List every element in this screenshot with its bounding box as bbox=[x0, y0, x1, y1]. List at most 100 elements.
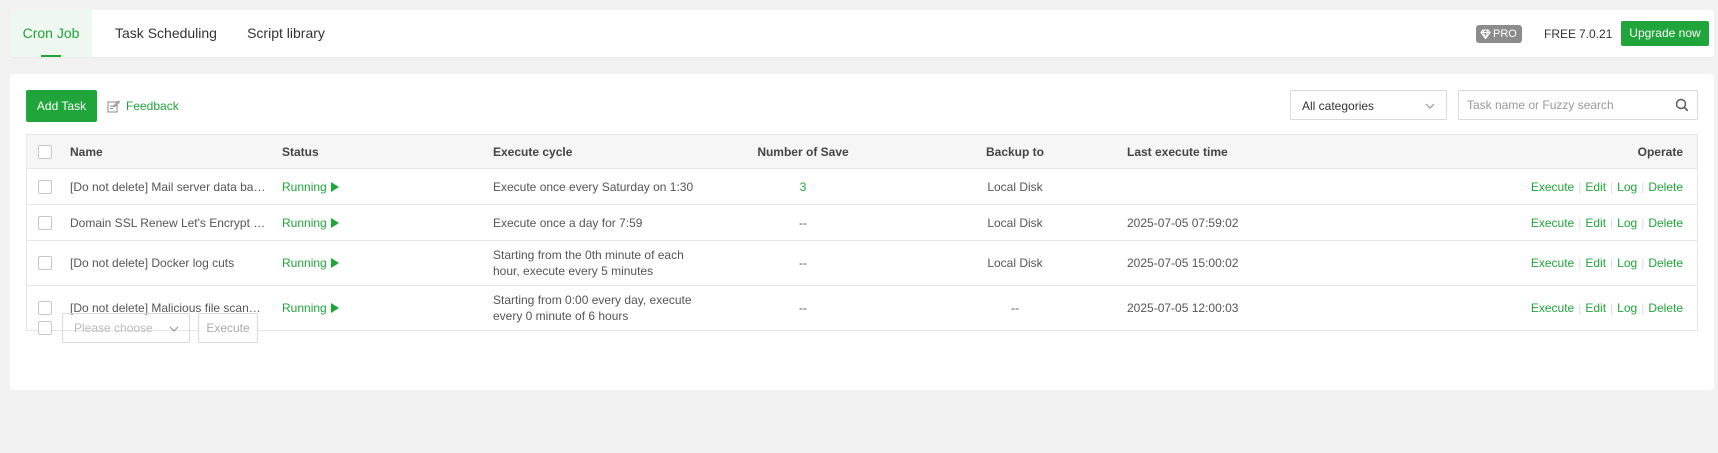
save-count-cell: 3 bbox=[733, 169, 873, 204]
backup-cell: Local Disk bbox=[987, 215, 1043, 230]
column-header-operate: Operate bbox=[1637, 144, 1683, 159]
cron-job-panel: Add Task Feedback All categories Name St… bbox=[10, 74, 1714, 390]
status-toggle[interactable]: Running bbox=[282, 301, 339, 315]
backup-cell: Local Disk bbox=[987, 256, 1043, 270]
delete-link[interactable]: Delete bbox=[1648, 180, 1683, 194]
separator: | bbox=[1578, 256, 1582, 270]
gem-icon bbox=[1480, 29, 1491, 39]
header-checkbox-cell bbox=[38, 135, 58, 168]
add-task-button[interactable]: Add Task bbox=[26, 90, 97, 122]
search-input[interactable] bbox=[1459, 91, 1667, 119]
cycle-cell: Execute once a day for 7:59 bbox=[493, 215, 643, 230]
column-header-backup: Backup to bbox=[985, 144, 1044, 159]
pro-label: PRO bbox=[1493, 28, 1517, 40]
select-all-checkbox[interactable] bbox=[38, 144, 52, 159]
row-checkbox-cell bbox=[38, 169, 58, 204]
save-count-cell: -- bbox=[799, 256, 807, 270]
batch-action-select[interactable]: Please choose bbox=[62, 313, 190, 343]
category-selected-value: All categories bbox=[1302, 99, 1375, 113]
delete-link[interactable]: Delete bbox=[1648, 256, 1683, 270]
cycle-cell: Starting from the 0th minute of each hou… bbox=[493, 248, 684, 278]
feedback-edit-icon bbox=[107, 100, 120, 113]
batch-select-placeholder: Please choose bbox=[74, 321, 153, 335]
status-toggle[interactable]: Running bbox=[282, 180, 339, 194]
separator: | bbox=[1641, 215, 1645, 230]
task-name: [Do not delete] Mail server data backup bbox=[70, 179, 266, 194]
cycle-cell: Starting from 0:00 every day, execute ev… bbox=[493, 293, 692, 323]
column-header-cycle: Execute cycle bbox=[493, 144, 573, 159]
execute-link[interactable]: Execute bbox=[1531, 216, 1574, 230]
active-tab-indicator bbox=[41, 55, 61, 57]
tab-task-scheduling[interactable]: Task Scheduling bbox=[106, 10, 226, 57]
status-label: Running bbox=[282, 179, 327, 194]
status-cell: Running bbox=[282, 169, 432, 204]
separator: | bbox=[1578, 179, 1582, 194]
table-row: [Do not delete] Docker log cuts Running … bbox=[27, 241, 1697, 286]
save-count[interactable]: 3 bbox=[800, 180, 807, 194]
search-box bbox=[1458, 90, 1698, 120]
status-toggle[interactable]: Running bbox=[282, 216, 339, 230]
search-icon[interactable] bbox=[1675, 98, 1689, 112]
free-label: FREE bbox=[1544, 27, 1577, 41]
pro-badge[interactable]: PRO bbox=[1476, 25, 1522, 43]
last-execute-cell: 2025-07-05 12:00:03 bbox=[1127, 301, 1239, 315]
category-select[interactable]: All categories bbox=[1290, 90, 1447, 120]
chevron-down-icon bbox=[169, 326, 179, 332]
edit-link[interactable]: Edit bbox=[1585, 256, 1606, 270]
column-header-last-execute: Last execute time bbox=[1127, 144, 1228, 159]
chevron-down-icon bbox=[1425, 103, 1435, 109]
row-checkbox[interactable] bbox=[38, 215, 52, 230]
status-label: Running bbox=[282, 301, 327, 315]
cron-task-table: Name Status Execute cycle Number of Save… bbox=[26, 134, 1698, 331]
execute-link[interactable]: Execute bbox=[1531, 256, 1574, 270]
cycle-cell: Execute once every Saturday on 1:30 bbox=[493, 179, 694, 194]
play-icon bbox=[330, 303, 339, 313]
separator: | bbox=[1610, 179, 1614, 194]
task-name-cell: [Do not delete] Docker log cuts bbox=[70, 241, 270, 285]
tab-script-library[interactable]: Script library bbox=[238, 10, 334, 57]
last-execute-cell: 2025-07-05 15:00:02 bbox=[1127, 256, 1239, 270]
edit-link[interactable]: Edit bbox=[1585, 180, 1606, 194]
table-header: Name Status Execute cycle Number of Save… bbox=[27, 135, 1697, 169]
log-link[interactable]: Log bbox=[1617, 216, 1637, 230]
log-link[interactable]: Log bbox=[1617, 180, 1637, 194]
operate-cell: Execute | Edit | Log | Delete bbox=[1467, 286, 1683, 330]
delete-link[interactable]: Delete bbox=[1648, 216, 1683, 230]
status-toggle[interactable]: Running bbox=[282, 256, 339, 270]
column-header-status: Status bbox=[282, 144, 319, 159]
execute-link[interactable]: Execute bbox=[1531, 180, 1574, 194]
save-count-cell: -- bbox=[799, 215, 807, 230]
task-name: [Do not delete] Docker log cuts bbox=[70, 256, 235, 270]
batch-select-all-checkbox[interactable] bbox=[38, 321, 52, 335]
log-link[interactable]: Log bbox=[1617, 256, 1637, 270]
separator: | bbox=[1610, 301, 1614, 315]
log-link[interactable]: Log bbox=[1617, 301, 1637, 315]
separator: | bbox=[1610, 256, 1614, 270]
top-tab-bar: Cron Job Task Scheduling Script library … bbox=[10, 10, 1714, 57]
row-checkbox[interactable] bbox=[38, 301, 52, 315]
tab-script-library-label: Script library bbox=[247, 25, 325, 41]
edit-link[interactable]: Edit bbox=[1585, 216, 1606, 230]
edit-link[interactable]: Edit bbox=[1585, 301, 1606, 315]
status-label: Running bbox=[282, 215, 327, 230]
execute-link[interactable]: Execute bbox=[1531, 301, 1574, 315]
upgrade-now-button[interactable]: Upgrade now bbox=[1621, 21, 1709, 46]
status-cell: Running bbox=[282, 286, 432, 330]
column-header-name: Name bbox=[70, 144, 103, 159]
operate-cell: Execute | Edit | Log | Delete bbox=[1467, 205, 1683, 240]
column-header-save: Number of Save bbox=[757, 144, 849, 159]
status-cell: Running bbox=[282, 205, 432, 240]
delete-link[interactable]: Delete bbox=[1648, 301, 1683, 315]
feedback-link[interactable]: Feedback bbox=[107, 98, 179, 114]
tab-cron-job-label: Cron Job bbox=[22, 25, 80, 41]
last-execute-cell bbox=[1127, 169, 1327, 204]
version-label: 7.0.21 bbox=[1579, 27, 1613, 41]
operate-cell: Execute | Edit | Log | Delete bbox=[1467, 169, 1683, 204]
save-count-cell: -- bbox=[799, 301, 807, 315]
tab-cron-job[interactable]: Cron Job bbox=[10, 10, 92, 57]
table-row: [Do not delete] Mail server data backup … bbox=[27, 169, 1697, 205]
row-checkbox[interactable] bbox=[38, 256, 52, 270]
batch-execute-button[interactable]: Execute bbox=[198, 313, 258, 343]
row-checkbox[interactable] bbox=[38, 179, 52, 194]
status-cell: Running bbox=[282, 241, 432, 285]
